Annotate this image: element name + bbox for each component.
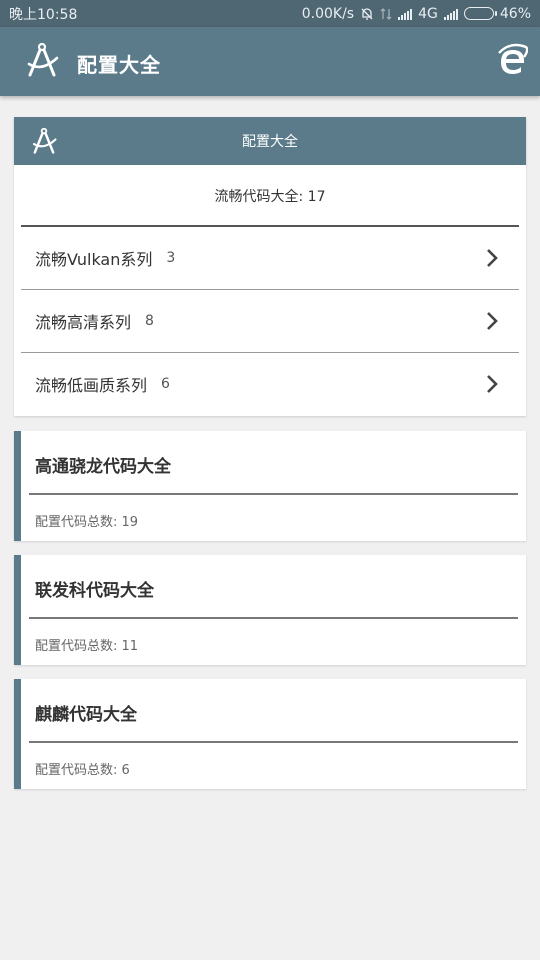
config-card-header: 配置大全	[14, 117, 526, 165]
signal-icon	[398, 8, 413, 20]
battery-percent: 46%	[499, 5, 531, 22]
list-item-count: 8	[145, 313, 154, 329]
divider	[29, 617, 518, 619]
alarm-off-icon	[361, 7, 373, 20]
chip-card-mediatek[interactable]: 联发科代码大全 配置代码总数: 11	[14, 555, 526, 665]
config-card: 流畅代码大全: 17 流畅Vulkan系列 3 流畅高清系列 8 流畅低画质系列…	[14, 165, 526, 416]
list-item-hd[interactable]: 流畅高清系列 8	[14, 290, 526, 352]
status-right: 0.00K/s 4G 46%	[302, 6, 531, 22]
ie-browser-icon[interactable]	[496, 43, 528, 77]
chevron-right-icon	[487, 249, 498, 267]
app-title: 配置大全	[77, 53, 161, 77]
network-type: 4G	[418, 5, 438, 22]
list-item-vulkan[interactable]: 流畅Vulkan系列 3	[14, 227, 526, 289]
chip-card-count: 配置代码总数: 11	[35, 639, 139, 654]
data-transfer-icon	[380, 7, 392, 20]
summary-text: 流畅代码大全: 17	[214, 188, 326, 205]
app-bar: 配置大全	[0, 27, 540, 96]
chip-card-snapdragon[interactable]: 高通骁龙代码大全 配置代码总数: 19	[14, 431, 526, 541]
chip-card-title: 高通骁龙代码大全	[35, 457, 171, 477]
chevron-right-icon	[487, 375, 498, 393]
chip-card-count: 配置代码总数: 19	[35, 515, 139, 530]
signal-icon	[443, 8, 458, 20]
config-card-title: 配置大全	[242, 134, 298, 150]
list-item-count: 3	[166, 250, 176, 266]
compass-a-icon	[27, 42, 59, 77]
chevron-right-icon	[487, 312, 498, 330]
chip-card-kirin[interactable]: 麒麟代码大全 配置代码总数: 6	[14, 679, 526, 789]
divider	[29, 741, 518, 743]
network-speed: 0.00K/s	[301, 5, 355, 22]
battery-icon	[463, 7, 497, 20]
status-bar: 晚上10:58 0.00K/s 4G 46%	[0, 0, 540, 27]
list-item-label: 流畅Vulkan系列	[35, 250, 153, 269]
chip-card-count: 配置代码总数: 6	[35, 763, 130, 778]
list-item-label: 流畅高清系列	[35, 313, 132, 332]
list-item-label: 流畅低画质系列	[35, 376, 148, 395]
status-time: 晚上10:58	[9, 6, 78, 23]
chip-card-title: 麒麟代码大全	[35, 705, 137, 725]
chip-card-title: 联发科代码大全	[35, 581, 154, 601]
list-item-low-quality[interactable]: 流畅低画质系列 6	[14, 353, 526, 415]
list-item-count: 6	[161, 376, 170, 392]
divider	[29, 493, 518, 495]
